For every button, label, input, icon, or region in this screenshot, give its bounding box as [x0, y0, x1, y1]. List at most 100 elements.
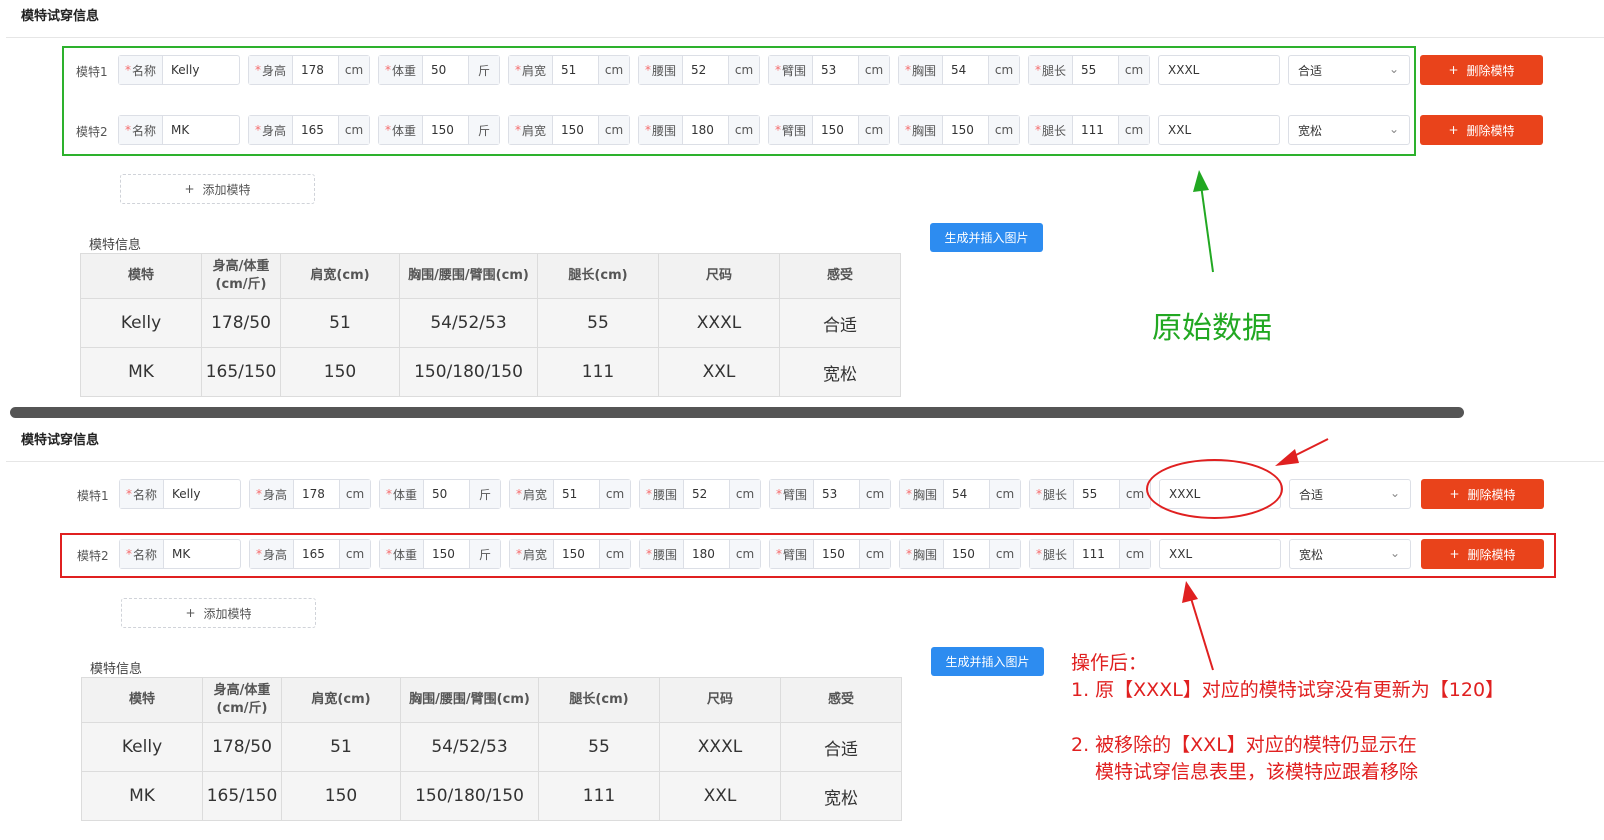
plus-icon: + [185, 606, 196, 620]
generate-insert-image-button[interactable]: 生成并插入图片 [931, 647, 1044, 676]
waist-field[interactable]: * 腰围 52 cm [639, 479, 761, 509]
chevron-down-icon: ⌄ [1389, 486, 1400, 500]
table-header: 感受 [779, 253, 901, 299]
table-header: 腿长(cm) [537, 253, 659, 299]
delete-model-button[interactable]: + 删除模特 [1420, 115, 1543, 145]
table-cell: 54/52/53 [400, 722, 539, 772]
table-cell: 150/180/150 [400, 771, 539, 821]
table-cell: 51 [281, 722, 401, 772]
table-cell: MK [81, 771, 203, 821]
after-title-annotation: 操作后： [1071, 652, 1148, 674]
unit-label: cm [859, 480, 890, 508]
table-cell: MK [80, 347, 202, 397]
table-cell: 54/52/53 [399, 298, 538, 348]
section-divider [6, 37, 1604, 38]
unit-label: cm [599, 480, 630, 508]
model-row-label: 模特1 [77, 489, 109, 503]
table-header: 模特 [81, 677, 203, 723]
table-row: MK 165/150 150 150/180/150 111 XXL 宽松 [80, 347, 901, 397]
shoulder-field[interactable]: * 肩宽 51 cm [509, 479, 631, 509]
leg-value: 55 [1082, 487, 1098, 501]
arm-field[interactable]: * 臂围 53 cm [769, 479, 891, 509]
table-header: 身高/体重 (cm/斤) [202, 677, 282, 723]
screenshot-divider [10, 407, 1464, 418]
leg-field[interactable]: * 腿长 55 cm [1029, 479, 1151, 509]
table-cell: 150 [281, 771, 401, 821]
table-header-row: 模特 身高/体重 (cm/斤) 肩宽(cm) 胸围/腰围/臂围(cm) 腿长(cm… [81, 677, 902, 723]
table-row: MK 165/150 150 150/180/150 111 XXL 宽松 [81, 771, 902, 821]
arm-value: 53 [822, 487, 838, 501]
table-cell: 165/150 [202, 771, 282, 821]
generate-insert-image-button[interactable]: 生成并插入图片 [930, 223, 1043, 252]
table-cell: 55 [537, 298, 659, 348]
add-model-button[interactable]: + 添加模特 [121, 598, 316, 628]
delete-model-button[interactable]: + 删除模特 [1421, 479, 1544, 509]
table-cell: 111 [538, 771, 660, 821]
note-2-line-1-annotation: 2. 被移除的【XXL】对应的模特仍显示在 [1071, 734, 1417, 756]
table-header: 尺码 [659, 677, 781, 723]
unit-label: cm [729, 480, 760, 508]
table-header: 身高/体重 (cm/斤) [201, 253, 281, 299]
chest-field[interactable]: * 胸围 54 cm [899, 479, 1021, 509]
table-header: 感受 [780, 677, 902, 723]
weight-field[interactable]: * 体重 50 斤 [379, 479, 501, 509]
table-cell: 111 [537, 347, 659, 397]
note-2-line-2-annotation: 模特试穿信息表里，该模特应跟着移除 [1095, 761, 1419, 783]
table-cell: Kelly [81, 722, 203, 772]
model-info-table: 模特 身高/体重 (cm/斤) 肩宽(cm) 胸围/腰围/臂围(cm) 腿长(cm… [80, 253, 901, 397]
table-cell: XXXL [658, 298, 780, 348]
add-model-button[interactable]: + 添加模特 [120, 174, 315, 204]
table-header: 模特 [80, 253, 202, 299]
table-cell: 宽松 [779, 347, 901, 397]
table-cell: XXXL [659, 722, 781, 772]
table-header-row: 模特 身高/体重 (cm/斤) 肩宽(cm) 胸围/腰围/臂围(cm) 腿长(cm… [80, 253, 901, 299]
panel-original: 模特试穿信息 模特1 * 名称 Kelly * 身高 178 cm * 体重 50 斤… [0, 0, 1604, 405]
table-header: 肩宽(cm) [280, 253, 400, 299]
height-field[interactable]: * 身高 178 cm [249, 479, 371, 509]
original-data-highlight-box [62, 46, 1416, 156]
table-header: 尺码 [658, 253, 780, 299]
table-cell: 178/50 [201, 298, 281, 348]
model-row-1: 模特1 * 名称 Kelly * 身高 178 cm * 体重 50 斤 * 肩宽 51… [0, 479, 1604, 511]
section-title: 模特试穿信息 [21, 433, 100, 448]
table-cell: 150 [280, 347, 400, 397]
table-cell: 合适 [780, 722, 902, 772]
name-field[interactable]: * 名称 Kelly [119, 479, 241, 509]
table-caption: 模特信息 [89, 238, 142, 253]
section-title: 模特试穿信息 [21, 9, 100, 24]
section-divider [6, 461, 1604, 462]
shoulder-value: 51 [562, 487, 578, 501]
table-header: 腿长(cm) [538, 677, 660, 723]
size-highlight-ellipse [1146, 459, 1283, 519]
unit-label: cm [339, 480, 370, 508]
table-caption: 模特信息 [90, 662, 143, 677]
table-cell: 178/50 [202, 722, 282, 772]
table-cell: 51 [280, 298, 400, 348]
table-cell: XXL [659, 771, 781, 821]
table-row: Kelly 178/50 51 54/52/53 55 XXXL 合适 [81, 722, 902, 772]
table-cell: 合适 [779, 298, 901, 348]
table-cell: Kelly [80, 298, 202, 348]
table-cell: 150/180/150 [399, 347, 538, 397]
weight-value: 50 [432, 487, 448, 501]
table-cell: 165/150 [201, 347, 281, 397]
removed-model-highlight-box [60, 533, 1556, 578]
plus-icon: + [1449, 487, 1460, 501]
delete-model-button[interactable]: + 删除模特 [1420, 55, 1543, 85]
waist-value: 52 [692, 487, 708, 501]
table-header: 肩宽(cm) [281, 677, 401, 723]
plus-icon: + [1448, 63, 1459, 77]
table-header: 胸围/腰围/臂围(cm) [399, 253, 538, 299]
model-info-table: 模特 身高/体重 (cm/斤) 肩宽(cm) 胸围/腰围/臂围(cm) 腿长(cm… [81, 677, 902, 821]
table-cell: XXL [658, 347, 780, 397]
table-cell: 55 [538, 722, 660, 772]
chest-value: 54 [952, 487, 968, 501]
feel-select[interactable]: 合适 ⌄ [1289, 479, 1411, 509]
name-value: Kelly [172, 487, 201, 501]
original-data-annotation: 原始数据 [1152, 311, 1272, 346]
feel-value: 合适 [1299, 487, 1324, 502]
table-header: 胸围/腰围/臂围(cm) [400, 677, 539, 723]
plus-icon: + [1448, 123, 1459, 137]
height-value: 178 [302, 487, 325, 501]
note-1-annotation: 1. 原【XXXL】对应的模特试穿没有更新为【120】 [1071, 679, 1505, 701]
